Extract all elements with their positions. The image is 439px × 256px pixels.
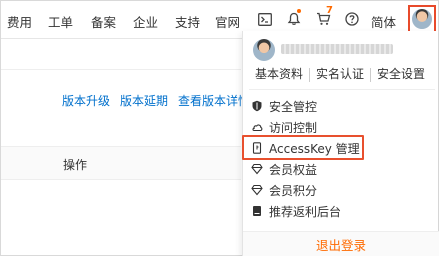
nav-item-official-site[interactable]: 官网 [215,12,240,31]
column-header-actions: 操作 [63,158,88,172]
nav-item-enterprise[interactable]: 企业 [133,12,158,31]
help-icon[interactable] [342,9,362,29]
account-avatar-button[interactable] [408,5,436,33]
menu-item-label: 安全管控 [269,99,318,114]
nav-item-support[interactable]: 支持 [175,12,200,31]
tab-basic-info[interactable]: 基本资料 [243,65,309,85]
menu-item-member-points[interactable]: 会员积分 [251,180,317,200]
logout-button[interactable]: 退出登录 [243,231,439,256]
bell-icon[interactable] [284,9,304,29]
tab-real-name-auth[interactable]: 实名认证 [310,65,370,85]
username-redacted [281,44,393,54]
nav-item-tickets[interactable]: 工单 [48,12,73,31]
cart-icon[interactable]: 7 [313,5,333,29]
table-header [1,146,241,180]
menu-item-label: 会员积分 [269,183,318,198]
diamond-icon [251,163,263,175]
shield-icon [251,100,263,112]
book-icon [251,205,263,217]
menu-item-member-benefits[interactable]: 会员权益 [251,159,317,179]
diamond-icon [251,184,263,196]
nav-item-filing[interactable]: 备案 [91,12,116,31]
language-switch[interactable]: 简体 [371,12,396,31]
terminal-icon[interactable] [255,9,275,29]
account-tabs: 基本资料 实名认证 安全设置 [243,65,439,85]
divider [1,69,241,70]
cloud-icon [251,121,263,133]
notification-dot [297,9,301,13]
menu-item-label: 访问控制 [269,120,318,135]
dropdown-avatar [253,39,275,61]
avatar [412,9,432,29]
menu-item-label: 会员权益 [269,162,318,177]
accesskey-highlight-box [242,135,364,160]
tab-security-settings[interactable]: 安全设置 [371,65,431,85]
cart-badge: 7 [326,5,333,16]
window-frame: 费用 工单 备案 企业 支持 官网 7 简体 版本升级 版本延期 查看版本详情 … [0,0,439,256]
menu-item-label: 推荐返利后台 [269,204,342,219]
menu-item-access-control[interactable]: 访问控制 [251,117,317,137]
link-version-extend[interactable]: 版本延期 [120,92,168,109]
menu-item-security-control[interactable]: 安全管控 [251,96,317,116]
divider [249,89,435,90]
nav-item-fees[interactable]: 费用 [7,12,32,31]
menu-item-referral-backend[interactable]: 推荐返利后台 [251,201,341,221]
link-version-upgrade[interactable]: 版本升级 [62,92,110,109]
link-version-details[interactable]: 查看版本详情 [178,92,250,109]
